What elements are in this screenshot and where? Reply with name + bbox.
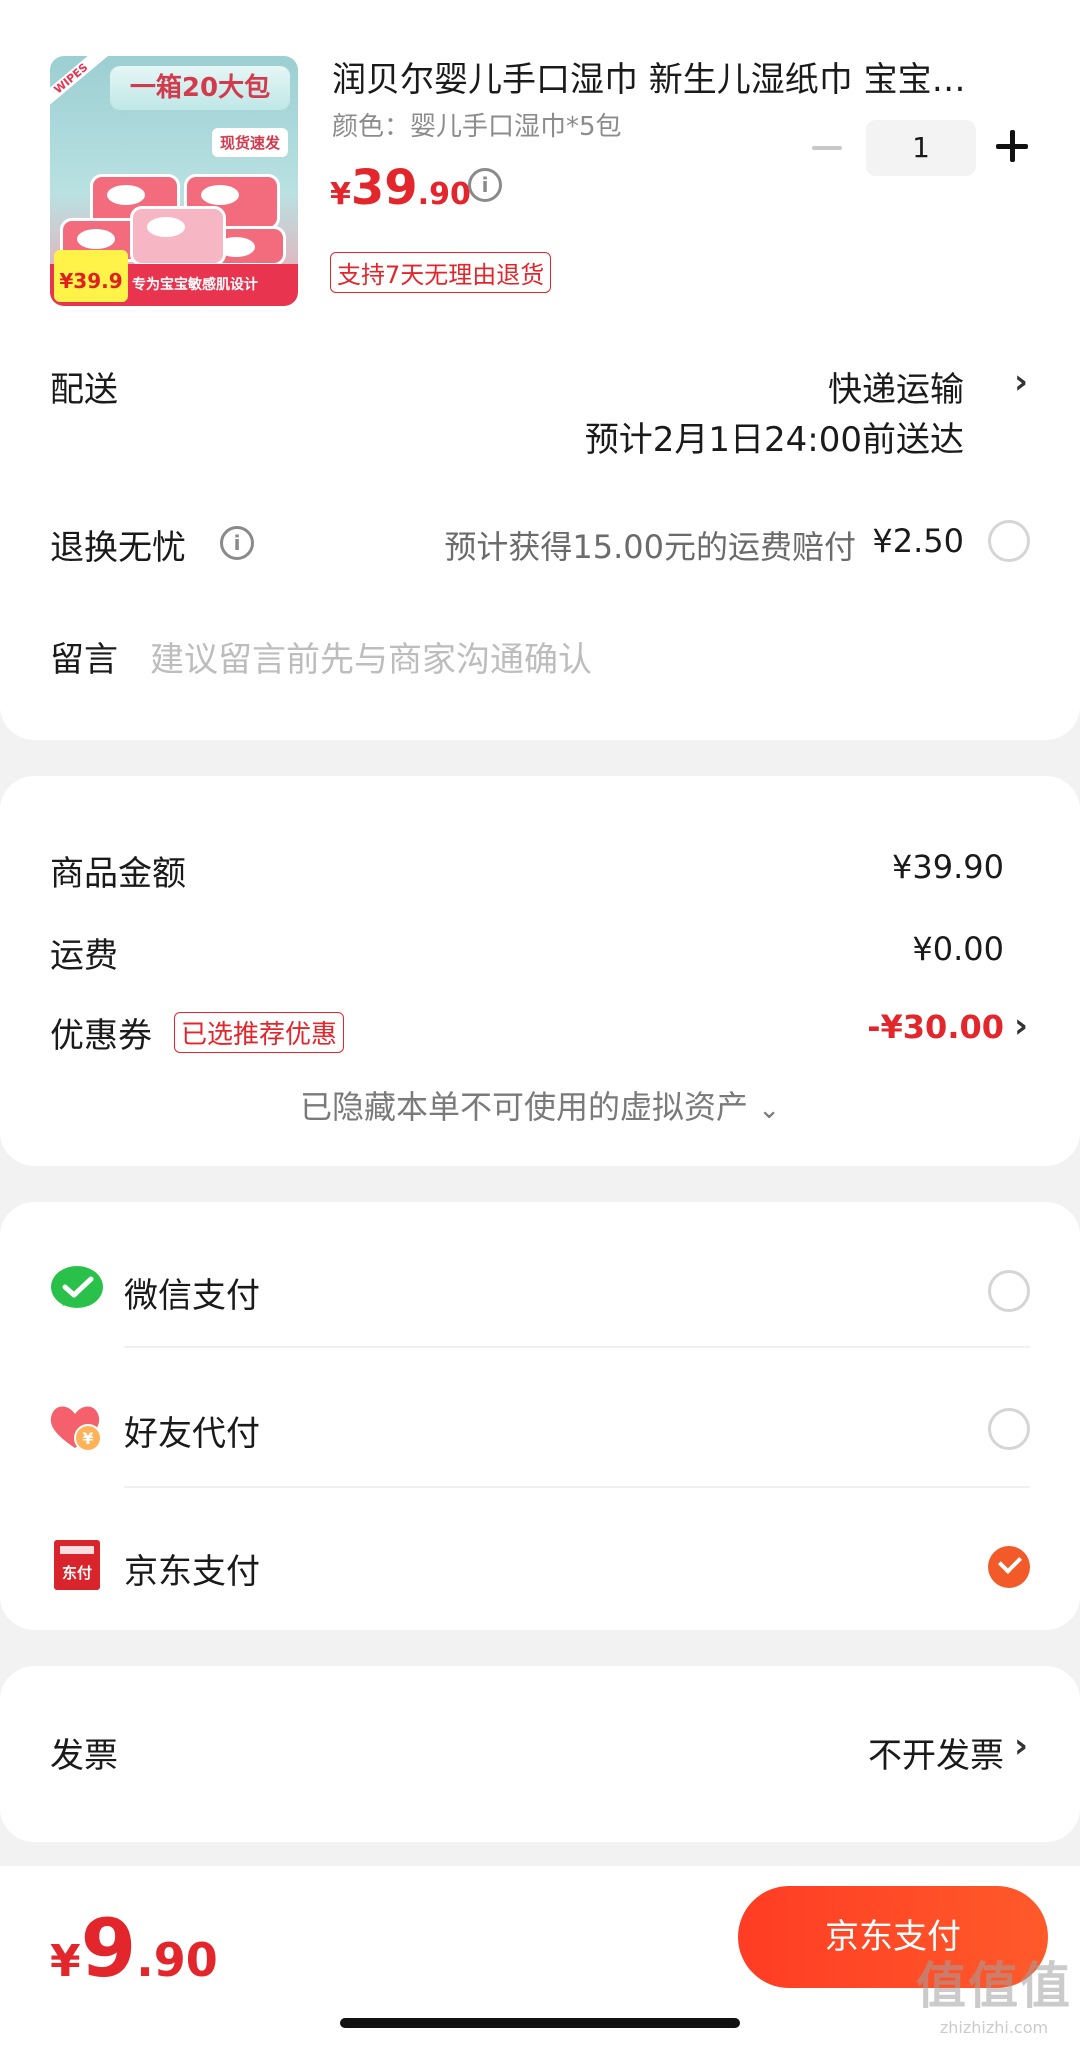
friend-pay-icon: ¥	[50, 1406, 102, 1452]
return-insurance-label: 退换无忧	[50, 528, 186, 568]
image-banner: 一箱20大包	[110, 66, 290, 110]
payment-label-friend: 好友代付	[124, 1414, 260, 1454]
quantity-decrease-button[interactable]	[812, 146, 842, 150]
payment-option-friend[interactable]: ¥ 好友代付	[0, 1380, 1080, 1480]
quantity-input[interactable]: 1	[866, 120, 976, 176]
price-symbol: ¥	[330, 177, 351, 212]
wechat-pay-icon	[51, 1266, 103, 1308]
image-price: ¥39.9	[54, 250, 128, 302]
price-decimal: .90	[417, 177, 471, 212]
invoice-value[interactable]: 不开发票	[868, 1728, 1004, 1777]
svg-text:¥: ¥	[82, 1429, 93, 1448]
watermark-url: zhizhizhi.com	[939, 2018, 1049, 2037]
return-insurance-desc: 预计获得15.00元的运费赔付	[444, 528, 856, 566]
return-policy-badge: 支持7天无理由退货	[330, 252, 552, 293]
product-spec[interactable]: 颜色：婴儿手口湿巾*5包	[332, 106, 622, 143]
bottom-bar: ¥9.90 京东支付 值值值 zhizhizhi.com	[0, 1866, 1080, 2045]
amount-card: 商品金额 ¥39.90 运费 ¥0.00 优惠券 已选推荐优惠 -¥30.00 …	[0, 776, 1080, 1166]
payment-radio-jd-checked[interactable]	[988, 1546, 1030, 1588]
coupon-chevron-icon[interactable]: ›	[1014, 1006, 1028, 1046]
payment-radio-friend[interactable]	[988, 1408, 1030, 1450]
product-title[interactable]: 润贝尔婴儿手口湿巾 新生儿湿纸巾 宝宝…	[332, 56, 1012, 104]
total-symbol: ¥	[50, 1936, 81, 1987]
delivery-estimate: 预计2月1日24:00前送达	[584, 420, 964, 460]
invoice-chevron-icon[interactable]: ›	[1014, 1726, 1028, 1766]
product-price: ¥39.90	[330, 160, 471, 216]
delivery-label: 配送	[50, 370, 118, 410]
quantity-increase-button[interactable]	[994, 128, 1030, 164]
image-tag: 现货速发	[211, 128, 288, 157]
hidden-assets-toggle[interactable]: 已隐藏本单不可使用的虚拟资产 ⌄	[0, 1082, 1080, 1128]
total-integer: 9	[80, 1902, 137, 1995]
payment-card: 微信支付 ¥ 好友代付 东付 京东支付	[0, 1202, 1080, 1630]
payment-radio-wechat[interactable]	[988, 1270, 1030, 1312]
return-insurance-price: ¥2.50	[872, 522, 964, 560]
delivery-chevron-icon[interactable]: ›	[1014, 362, 1028, 402]
watermark: 值值值 zhizhizhi.com	[916, 1946, 1072, 2037]
delivery-method[interactable]: 快递运输	[828, 362, 964, 411]
chevron-down-icon: ⌄	[758, 1095, 780, 1125]
return-insurance-radio[interactable]	[988, 520, 1030, 562]
invoice-label: 发票	[50, 1736, 118, 1776]
message-input[interactable]: 建议留言前先与商家沟通确认	[150, 632, 592, 681]
shipping-label: 运费	[50, 936, 118, 976]
total-price: ¥9.90	[50, 1902, 218, 1995]
home-indicator[interactable]	[340, 2018, 740, 2028]
coupon-badge: 已选推荐优惠	[174, 1012, 345, 1053]
return-insurance-info-icon[interactable]: i	[220, 526, 254, 560]
svg-text:东付: 东付	[62, 1564, 92, 1582]
goods-amount-label: 商品金额	[50, 854, 186, 894]
price-info-icon[interactable]: i	[468, 168, 502, 202]
shipping-value: ¥0.00	[912, 930, 1004, 968]
payment-label-wechat: 微信支付	[124, 1276, 260, 1316]
watermark-logo: 值值值	[916, 1957, 1072, 2015]
wipes-pack-front	[130, 206, 226, 266]
divider	[124, 1346, 1030, 1348]
image-ribbon: WIPES	[50, 56, 110, 113]
hidden-assets-note: 已隐藏本单不可使用的虚拟资产	[300, 1088, 749, 1126]
payment-option-wechat[interactable]: 微信支付	[0, 1242, 1080, 1342]
payment-label-jd: 京东支付	[124, 1552, 260, 1592]
jd-pay-icon: 东付	[54, 1540, 100, 1590]
coupon-value[interactable]: -¥30.00	[867, 1008, 1004, 1046]
goods-amount-value: ¥39.90	[892, 848, 1004, 886]
coupon-label: 优惠券	[50, 1016, 152, 1056]
payment-option-jd[interactable]: 东付 京东支付	[0, 1518, 1080, 1618]
divider	[124, 1486, 1030, 1488]
product-image[interactable]: WIPES 一箱20大包 现货速发 专为宝宝敏感肌设计 ¥39.9	[50, 56, 298, 306]
price-integer: 39	[350, 160, 418, 216]
total-decimal: .90	[136, 1933, 218, 1987]
invoice-card[interactable]: 发票 不开发票 ›	[0, 1666, 1080, 1842]
product-card: WIPES 一箱20大包 现货速发 专为宝宝敏感肌设计 ¥39.9 润贝尔婴儿手…	[0, 0, 1080, 740]
message-label: 留言	[50, 640, 118, 680]
